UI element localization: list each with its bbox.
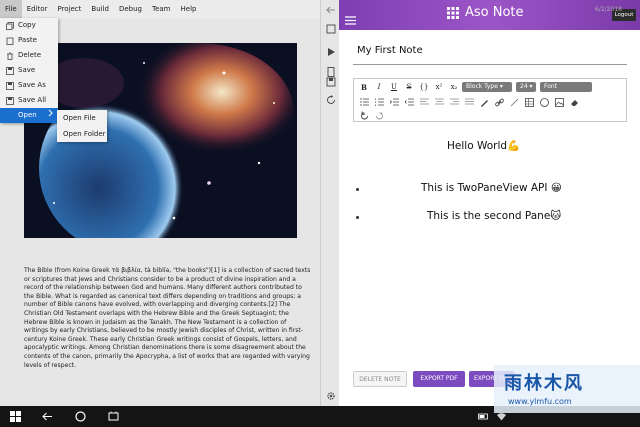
redo-icon[interactable]	[374, 110, 384, 120]
app-title-text: Aso Note	[465, 5, 524, 20]
note-bullet-1: This is TwoPaneView API 😀	[421, 182, 562, 194]
hamburger-menu-icon[interactable]	[345, 10, 356, 29]
refresh-icon[interactable]	[325, 94, 336, 105]
task-view-icon[interactable]	[108, 411, 119, 422]
copy-icon	[5, 21, 14, 30]
table-icon[interactable]	[524, 97, 534, 107]
trash-icon	[5, 51, 14, 60]
menu-item-label: Paste	[18, 36, 37, 44]
menu-item-label: Save As	[18, 81, 46, 89]
subscript-button[interactable]: x₂	[449, 82, 459, 92]
menu-item-open[interactable]: Open	[0, 108, 58, 123]
menu-item-open-folder[interactable]: Open Folder	[57, 126, 107, 142]
bullet-list-icon[interactable]	[359, 97, 369, 107]
left-pane: File Editor Project Build Debug Team Hel…	[0, 0, 320, 406]
note-heading: Hello World💪	[447, 140, 521, 152]
pen-icon[interactable]	[479, 97, 489, 107]
italic-button[interactable]: I	[374, 82, 384, 92]
menu-project[interactable]: Project	[52, 0, 86, 18]
align-center-icon[interactable]	[434, 97, 444, 107]
menu-editor[interactable]: Editor	[22, 0, 53, 18]
menu-item-label: Save	[18, 66, 36, 74]
menu-item-label: Open	[18, 111, 37, 119]
screen: File Editor Project Build Debug Team Hel…	[0, 0, 640, 427]
undo-icon[interactable]	[359, 110, 369, 120]
back-arrow-icon[interactable]	[325, 4, 336, 15]
menu-item-copy[interactable]: Copy	[0, 18, 58, 33]
watermark-url: www.ylmfu.com	[508, 397, 572, 406]
outdent-icon[interactable]	[404, 97, 414, 107]
strikethrough-button[interactable]: S	[404, 82, 414, 92]
menu-team[interactable]: Team	[147, 0, 176, 18]
play-icon[interactable]	[325, 46, 336, 57]
menu-help[interactable]: Help	[176, 0, 202, 18]
save-icon[interactable]	[325, 76, 336, 87]
note-bullet-2: This is the second Pane🐱	[427, 210, 562, 222]
menu-bar: File Editor Project Build Debug Team Hel…	[0, 0, 320, 18]
menu-item-save[interactable]: Save	[0, 63, 58, 78]
menu-item-paste[interactable]: Paste	[0, 33, 58, 48]
emoji-icon[interactable]	[539, 97, 549, 107]
menu-debug[interactable]: Debug	[114, 0, 147, 18]
taskbar-date: 6/2/2018	[595, 6, 622, 13]
menu-item-open-file[interactable]: Open File	[57, 110, 107, 126]
font-size-select[interactable]: 24 ▾	[516, 82, 536, 92]
file-menu-dropdown: Copy Paste Delete Save Save As Save All	[0, 18, 58, 123]
gear-icon[interactable]	[325, 390, 336, 401]
windows-start-icon[interactable]	[10, 411, 21, 422]
code-button[interactable]: {}	[419, 82, 429, 92]
indent-icon[interactable]	[389, 97, 399, 107]
align-justify-icon[interactable]	[464, 97, 474, 107]
block-type-select[interactable]: Block Type ▾	[462, 82, 512, 92]
chevron-right-icon	[48, 108, 54, 123]
menu-item-label: Copy	[18, 21, 36, 29]
save-as-icon	[5, 81, 14, 90]
save-icon	[5, 66, 14, 75]
app-title: Aso Note	[447, 5, 524, 20]
save-all-icon	[5, 96, 14, 105]
superscript-button[interactable]: x²	[434, 82, 444, 92]
block-type-label: Block Type	[466, 83, 498, 90]
debug-icon[interactable]	[325, 23, 336, 34]
menu-build[interactable]: Build	[86, 0, 114, 18]
note-title-input[interactable]: My First Note	[357, 45, 423, 56]
editor-toolbar: B I U S {} x² x₂ Block Type ▾ 24 ▾ Font	[353, 78, 627, 122]
back-arrow-icon[interactable]	[42, 411, 53, 422]
site-watermark: 雨林木风 www.ylmfu.com	[494, 365, 640, 413]
menu-file[interactable]: File	[0, 0, 22, 18]
export-pdf-button[interactable]: EXPORT PDF	[413, 371, 465, 387]
link-icon[interactable]	[494, 97, 504, 107]
align-right-icon[interactable]	[449, 97, 459, 107]
image-icon[interactable]	[554, 97, 564, 107]
search-circle-icon[interactable]	[75, 411, 86, 422]
menu-item-delete[interactable]: Delete	[0, 48, 58, 63]
unlink-icon[interactable]	[509, 97, 519, 107]
title-underline	[353, 64, 627, 65]
note-pane: Aso Note Logout My First Note B I U S {}…	[339, 0, 640, 406]
bullet-dot	[356, 188, 359, 191]
battery-icon	[478, 411, 489, 422]
bullet-dot	[356, 216, 359, 219]
menu-item-save-all[interactable]: Save All	[0, 93, 58, 108]
grid-apps-icon	[447, 6, 459, 19]
numbered-list-icon[interactable]	[374, 97, 384, 107]
font-select[interactable]: Font	[540, 82, 592, 92]
watermark-logo-text: 雨林木风	[504, 373, 584, 394]
underline-button[interactable]: U	[389, 82, 399, 92]
open-submenu: Open File Open Folder	[57, 110, 107, 142]
menu-item-label: Delete	[18, 51, 41, 59]
eraser-icon[interactable]	[569, 97, 579, 107]
font-label: Font	[544, 83, 558, 90]
paste-icon	[5, 36, 14, 45]
align-left-icon[interactable]	[419, 97, 429, 107]
side-toolbar	[320, 0, 339, 406]
bold-button[interactable]: B	[359, 82, 369, 92]
menu-item-save-as[interactable]: Save As	[0, 78, 58, 93]
delete-note-button[interactable]: DELETE NOTE	[353, 371, 407, 387]
app-header: Aso Note Logout	[339, 0, 640, 30]
font-size-label: 24	[520, 83, 528, 90]
menu-item-label: Save All	[18, 96, 47, 104]
article-text: The Bible (from Koine Greek τὰ βιβλία, t…	[24, 267, 311, 369]
